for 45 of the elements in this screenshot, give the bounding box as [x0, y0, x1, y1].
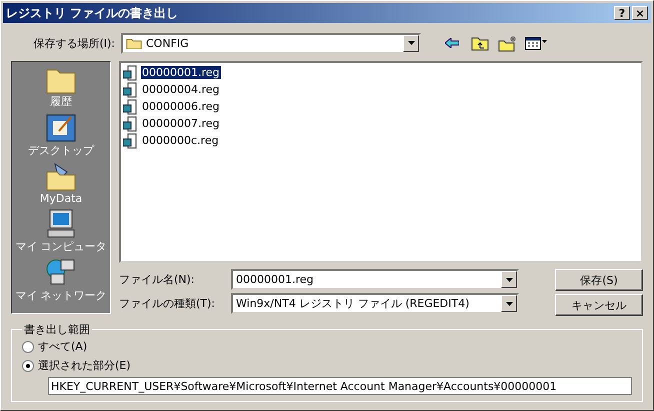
new-folder-button[interactable]: [497, 33, 519, 53]
dropdown-arrow-icon: [506, 302, 512, 306]
filename-field[interactable]: 00000001.reg: [231, 269, 519, 290]
file-item[interactable]: 00000001.reg: [141, 66, 221, 79]
desktop-icon: [45, 113, 77, 143]
registry-file-icon: [123, 116, 139, 132]
registry-file-icon: [123, 132, 139, 148]
dropdown-button[interactable]: [501, 295, 517, 312]
file-item[interactable]: 00000004.reg: [141, 83, 221, 96]
file-item[interactable]: 0000000c.reg: [141, 134, 220, 147]
close-button[interactable]: ×: [632, 6, 648, 20]
filetype-dropdown[interactable]: Win9x/NT4 レジストリ ファイル (REGEDIT4): [231, 293, 519, 314]
folder-icon: [126, 36, 142, 50]
registry-file-icon: [123, 64, 139, 80]
dropdown-arrow-icon: [408, 41, 414, 45]
up-folder-icon: [471, 35, 489, 51]
location-label: 保存する場所(I):: [32, 36, 115, 50]
radio-option[interactable]: 選択された部分(E): [22, 358, 632, 373]
filename-label: ファイル名(N):: [119, 272, 196, 287]
places-item[interactable]: マイ コンピュータ: [15, 209, 107, 254]
places-item[interactable]: マイ ネットワーク: [15, 258, 107, 303]
documents-folder-icon: [44, 162, 77, 192]
branch-field[interactable]: HKEY_CURRENT_USER¥Software¥Microsoft¥Internet Account Manager¥Accounts¥00000001: [48, 377, 632, 395]
dropdown-button[interactable]: [403, 34, 419, 52]
places-item[interactable]: デスクトップ: [28, 113, 94, 158]
list-view-icon: [525, 36, 547, 50]
places-item[interactable]: 履歴: [45, 66, 77, 109]
registry-file-icon: [123, 82, 139, 98]
places-item[interactable]: MyData: [40, 162, 82, 205]
computer-icon: [45, 209, 77, 239]
window-title: レジストリ ファイルの書き出し: [6, 4, 178, 22]
help-button[interactable]: ?: [614, 6, 630, 20]
new-folder-icon: [498, 34, 518, 52]
location-dropdown[interactable]: CONFIG: [121, 32, 421, 54]
group-title: 書き出し範囲: [23, 322, 91, 337]
save-button[interactable]: 保存(S): [555, 269, 643, 291]
registry-file-icon: [123, 98, 139, 114]
file-item[interactable]: 00000007.reg: [141, 117, 221, 130]
cancel-button[interactable]: キャンセル: [555, 294, 643, 316]
radio-option[interactable]: すべて(A): [22, 339, 632, 354]
dropdown-arrow-icon: [506, 278, 512, 282]
filetype-label: ファイルの種類(T):: [119, 296, 216, 311]
file-item[interactable]: 00000006.reg: [141, 100, 221, 113]
back-arrow-icon: [445, 38, 459, 48]
dropdown-button[interactable]: [501, 271, 517, 288]
